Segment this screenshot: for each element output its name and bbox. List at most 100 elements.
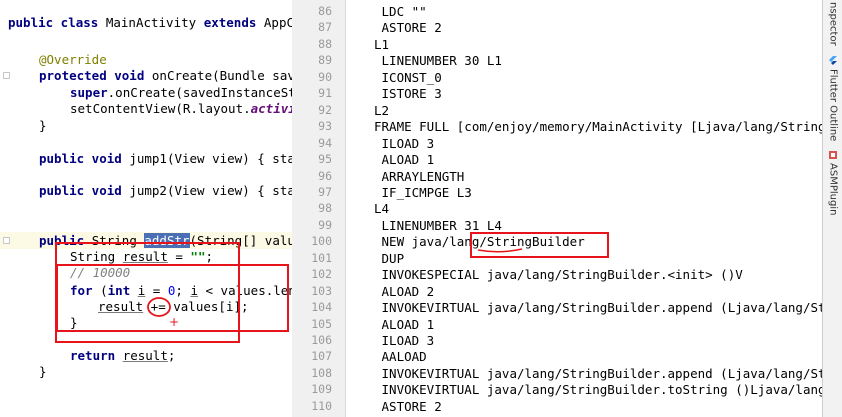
bytecode-line: IF_ICMPGE L3 — [374, 184, 472, 200]
tab-flutter-outline-label: Flutter Outline — [827, 69, 839, 142]
bytecode-line: NEW java/lang/StringBuilder — [374, 234, 585, 250]
code-token: // 10000 — [70, 265, 131, 280]
java-source-editor[interactable]: public class MainActivity extends AppCo @… — [0, 0, 292, 417]
line-number: 101 — [311, 250, 332, 265]
line-number: 108 — [311, 365, 332, 380]
line-number: 104 — [311, 300, 332, 315]
bytecode-line: ALOAD 1 — [374, 152, 435, 168]
code-token: public — [39, 233, 92, 248]
flutter-icon — [829, 56, 837, 65]
code-token: jump2(View view) { sta — [129, 183, 292, 198]
line-number: 97 — [318, 184, 332, 199]
bytecode-line: ILOAD 3 — [374, 135, 435, 151]
fold-marker-oncreate[interactable] — [3, 72, 10, 79]
bytecode-line: ILOAD 3 — [374, 333, 435, 348]
line-number: 103 — [311, 283, 332, 298]
code-token: public void — [39, 151, 130, 166]
bytecode-line: DUP — [374, 250, 405, 266]
code-token: activi — [250, 101, 292, 116]
fold-marker-addstr[interactable] — [3, 237, 10, 244]
java-code-line: public String addStr(String[] value — [0, 232, 292, 249]
code-token: AppCo — [263, 15, 292, 30]
tab-asm-plugin[interactable]: ASMPlugin — [823, 150, 842, 215]
line-number: 105 — [311, 316, 332, 331]
bytecode-line: L4 — [374, 201, 390, 217]
bytecode-line: LINENUMBER 31 L4 — [374, 217, 502, 233]
code-token: "" — [190, 249, 206, 264]
code-token: public class — [8, 15, 106, 30]
line-number: 88 — [318, 36, 332, 51]
asm-plugin-icon — [829, 151, 837, 159]
tab-asm-plugin-label: ASMPlugin — [827, 163, 839, 216]
bytecode-line: LINENUMBER 30 L1 — [374, 53, 502, 69]
code-token: = — [167, 249, 191, 264]
code-token: int — [107, 283, 138, 298]
code-token: ; — [167, 348, 176, 363]
bytecode-line: L2 — [374, 102, 390, 118]
bytecode-line: AALOAD — [374, 349, 427, 365]
bytecode-line: FRAME FULL [com/enjoy/memory/MainActivit… — [374, 119, 826, 135]
bytecode-line: ICONST_0 — [374, 69, 442, 85]
line-number: 107 — [311, 349, 332, 364]
code-token: setContentView(R.layout. — [70, 101, 251, 116]
code-token: String — [70, 249, 123, 264]
tab-flutter-outline[interactable]: Flutter Outline — [823, 56, 842, 141]
line-number: 95 — [318, 152, 332, 167]
bytecode-line: INVOKEVIRTUAL java/lang/StringBuilder.ap… — [374, 300, 834, 316]
code-token: @Override — [39, 52, 107, 67]
code-token: for — [70, 283, 101, 298]
code-token: += values[i]; — [143, 299, 249, 314]
line-number: 110 — [311, 398, 332, 413]
code-token: i — [190, 283, 198, 298]
bytecode-line: ARRAYLENGTH — [374, 168, 465, 184]
code-token: onCreate(Bundle save — [151, 68, 292, 83]
bytecode-line: ASTORE 2 — [374, 20, 442, 36]
line-number: 91 — [318, 86, 332, 101]
code-token: ( — [100, 283, 108, 298]
code-token: } — [70, 315, 78, 330]
bytecode-line: INVOKEVIRTUAL java/lang/StringBuilder.to… — [374, 382, 834, 398]
bytecode-line: INVOKEVIRTUAL java/lang/StringBuilder.ap… — [374, 365, 834, 381]
code-token: addStr — [144, 233, 190, 248]
code-token: ; — [205, 249, 214, 264]
code-token: = — [145, 283, 168, 298]
code-token: } — [39, 118, 47, 133]
code-token: < values.len — [197, 283, 293, 298]
code-token: return — [70, 348, 123, 363]
bytecode-line: ALOAD 2 — [374, 283, 435, 299]
code-token: protected void — [39, 68, 152, 83]
tab-inspector[interactable]: nspector — [823, 2, 842, 46]
bytecode-line: ASTORE 2 — [374, 398, 442, 414]
line-number: 92 — [318, 102, 332, 117]
line-number-gutter: 86 87 88 89 90 91 92 93 94 95 96 97 98 99 100 101 102 103… — [292, 0, 346, 417]
code-token: jump1(View view) { sta — [129, 151, 292, 166]
line-number: 93 — [318, 119, 332, 134]
bytecode-line: LDC "" — [374, 4, 427, 19]
line-number: 89 — [318, 53, 332, 68]
code-token: (String[] value — [189, 233, 292, 248]
line-number: 96 — [318, 168, 332, 183]
tool-window-strip: nspector Flutter Outline ASMPlugin — [822, 0, 842, 417]
line-number: 100 — [311, 234, 332, 249]
code-token: } — [39, 364, 47, 379]
tab-inspector-label: nspector — [827, 2, 839, 46]
bytecode-viewer[interactable]: 86 87 88 89 90 91 92 93 94 95 96 97 98 99 100 101 102 103… — [292, 0, 833, 417]
line-number: 102 — [311, 267, 332, 282]
bytecode-line: ISTORE 3 — [374, 86, 442, 102]
code-token: String — [91, 233, 145, 248]
line-number: 87 — [318, 20, 332, 35]
bytecode-line: L1 — [374, 36, 390, 52]
code-token: result — [122, 348, 168, 363]
line-number: 99 — [318, 217, 332, 232]
code-token: result — [122, 249, 168, 264]
code-token: extends — [203, 15, 264, 30]
code-token: .onCreate(savedInstanceSta — [107, 85, 292, 100]
bytecode-line: INVOKESPECIAL java/lang/StringBuilder.<i… — [374, 267, 743, 283]
bytecode-line: ALOAD 1 — [374, 316, 435, 332]
line-number: 94 — [318, 135, 332, 150]
code-token: MainActivity — [105, 15, 204, 30]
code-token: ; — [175, 283, 191, 298]
code-token: result — [98, 299, 144, 314]
line-number: 86 — [318, 4, 332, 18]
line-number: 106 — [311, 333, 332, 347]
